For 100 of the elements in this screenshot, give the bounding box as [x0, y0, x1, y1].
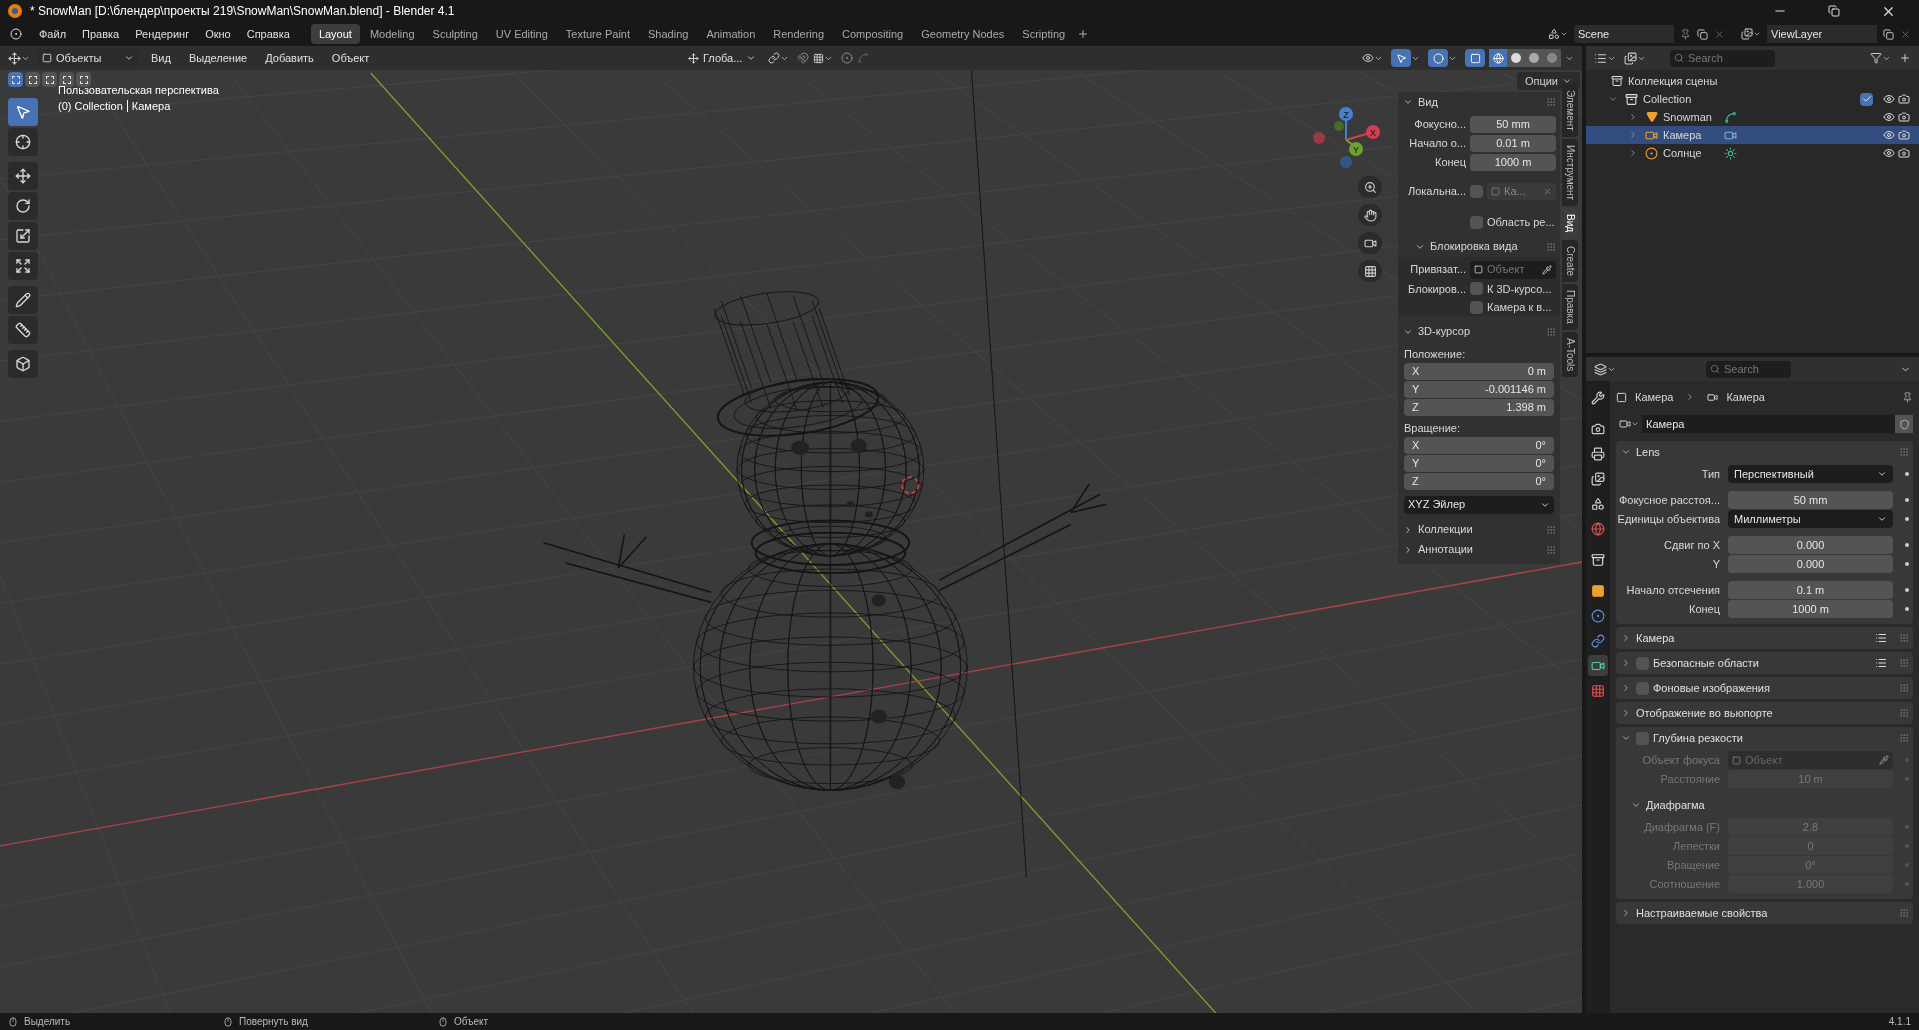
eye-icon[interactable]: [1881, 147, 1896, 159]
sidebar-tab[interactable]: Инструмент: [1562, 138, 1578, 206]
workspace-tab[interactable]: Geometry Nodes: [913, 24, 1013, 44]
coordinate-field[interactable]: Z 1.398 m: [1404, 398, 1554, 416]
display-mode-icon[interactable]: [1624, 51, 1646, 65]
sidebar-tab[interactable]: Create: [1562, 240, 1578, 283]
panel-title[interactable]: Камера: [1636, 629, 1675, 647]
select-mode-icon[interactable]: [8, 72, 23, 87]
zoom-icon[interactable]: [1358, 176, 1382, 198]
workspace-tab[interactable]: Texture Paint: [557, 24, 638, 44]
view-layer-field[interactable]: ViewLayer: [1767, 25, 1877, 43]
dropdown[interactable]: Миллиметры: [1728, 510, 1893, 528]
workspace-tab[interactable]: Scripting: [1014, 24, 1074, 44]
rotation-mode-dropdown[interactable]: XYZ Эйлер: [1404, 495, 1554, 514]
blender-menu-icon[interactable]: [8, 27, 24, 41]
camera-icon[interactable]: [1896, 147, 1911, 159]
workspace-tab[interactable]: Sculpting: [424, 24, 486, 44]
pencil-icon[interactable]: [8, 286, 38, 314]
panel-title[interactable]: Аннотации: [1418, 541, 1473, 558]
eye-icon[interactable]: [1881, 111, 1896, 123]
panel-toggle-icon[interactable]: [1402, 97, 1414, 107]
workspace-tab[interactable]: Layout: [310, 24, 360, 44]
number-field[interactable]: 0.000: [1728, 555, 1893, 573]
checkbox[interactable]: [1470, 300, 1483, 314]
checkbox[interactable]: [1470, 185, 1483, 198]
select-mode-icon[interactable]: [42, 72, 57, 87]
checkbox[interactable]: [1470, 282, 1483, 296]
camera-icon[interactable]: [1896, 93, 1911, 105]
menu-item[interactable]: Файл: [32, 24, 74, 44]
snap-target-icon[interactable]: [813, 52, 834, 64]
remove-icon[interactable]: [1900, 28, 1911, 40]
remove-icon[interactable]: [1714, 28, 1725, 40]
view-layer-icon[interactable]: [1741, 28, 1761, 40]
number-field[interactable]: 1000 m: [1728, 600, 1893, 618]
panel-title[interactable]: Настраиваемые свойства: [1636, 904, 1768, 922]
editor-type-icon[interactable]: [8, 51, 30, 65]
camera-icon[interactable]: [1358, 232, 1382, 254]
number-field[interactable]: 0.01 m: [1470, 135, 1556, 152]
options-dropdown[interactable]: Опции: [1516, 72, 1580, 90]
datablock-field[interactable]: Камера: [1642, 415, 1895, 433]
menu-item[interactable]: Выделение: [183, 49, 253, 67]
outliner-row[interactable]: Collection: [1586, 90, 1919, 108]
eye-icon[interactable]: [1881, 93, 1896, 105]
coordinate-field[interactable]: X 0°: [1404, 436, 1554, 454]
select-mode-icon[interactable]: [59, 72, 74, 87]
camera-icon[interactable]: [1588, 655, 1608, 676]
scale-icon[interactable]: [8, 222, 38, 250]
coordinate-field[interactable]: Z 0°: [1404, 472, 1554, 490]
panel-title[interactable]: Вид: [1418, 93, 1438, 111]
panel-title[interactable]: Отображение во вьюпорте: [1636, 704, 1773, 722]
editor-type-icon[interactable]: [1594, 362, 1616, 376]
copy-icon[interactable]: [1883, 28, 1894, 40]
visibility-icon[interactable]: [1362, 52, 1383, 64]
number-field[interactable]: 50 mm: [1728, 491, 1893, 509]
select-mode-icon[interactable]: [76, 72, 91, 87]
workspace-tab[interactable]: UV Editing: [487, 24, 556, 44]
panel-title[interactable]: Блокировка вида: [1430, 238, 1518, 255]
outliner-row[interactable]: Камера: [1586, 126, 1919, 144]
select-tool-icon[interactable]: [8, 98, 38, 126]
menu-item[interactable]: Вид: [146, 49, 176, 67]
move-icon[interactable]: [8, 162, 38, 190]
pin-icon[interactable]: [1680, 28, 1691, 40]
copy-icon[interactable]: [1697, 28, 1708, 40]
number-field[interactable]: 0.000: [1728, 536, 1893, 554]
number-field[interactable]: 50 mm: [1470, 116, 1556, 133]
filter-icon[interactable]: [1870, 52, 1891, 64]
new-collection-icon[interactable]: [1899, 52, 1911, 64]
eye-icon[interactable]: [1881, 129, 1896, 141]
rotate-icon[interactable]: [8, 192, 38, 220]
menu-item[interactable]: Окно: [198, 24, 238, 44]
menu-item[interactable]: Справка: [239, 24, 297, 44]
object-field[interactable]: Объект: [1470, 260, 1556, 279]
mode-dropdown[interactable]: Объекты: [38, 49, 138, 67]
scene-field[interactable]: Scene: [1574, 25, 1674, 43]
panel-title[interactable]: 3D-курсор: [1418, 323, 1470, 340]
workspace-tab[interactable]: Shading: [640, 24, 697, 44]
number-field[interactable]: 0.1 m: [1728, 581, 1893, 599]
coordinate-field[interactable]: Y -0.001146 m: [1404, 380, 1554, 398]
list-icon[interactable]: [1875, 657, 1887, 669]
coordinate-field[interactable]: X 0 m: [1404, 362, 1554, 380]
checkbox[interactable]: [1636, 681, 1649, 695]
sidebar-tab[interactable]: Элемент: [1562, 84, 1578, 137]
number-field[interactable]: 1000 m: [1470, 154, 1556, 171]
ruler-icon[interactable]: [8, 316, 38, 344]
panel-title[interactable]: Безопасные области: [1653, 654, 1759, 672]
panel-toggle-icon[interactable]: [1620, 447, 1632, 457]
hand-icon[interactable]: [1358, 204, 1382, 226]
cube-icon[interactable]: [8, 350, 38, 378]
transform-icon[interactable]: [8, 252, 38, 280]
dropdown[interactable]: Перспективный: [1728, 465, 1893, 483]
panel-title[interactable]: Lens: [1636, 443, 1660, 461]
scene-icon[interactable]: [1548, 28, 1568, 40]
panel-title[interactable]: Фоновые изображения: [1653, 679, 1770, 697]
navigation-gizmo[interactable]: Z X Y: [1306, 100, 1386, 180]
search-field[interactable]: Search: [1670, 49, 1775, 67]
camera-icon[interactable]: [1896, 111, 1911, 123]
pin-icon[interactable]: [1902, 391, 1913, 403]
crosshair-icon[interactable]: [8, 128, 38, 156]
editor-type-icon[interactable]: [1594, 51, 1616, 65]
workspace-tab[interactable]: Compositing: [834, 24, 912, 44]
